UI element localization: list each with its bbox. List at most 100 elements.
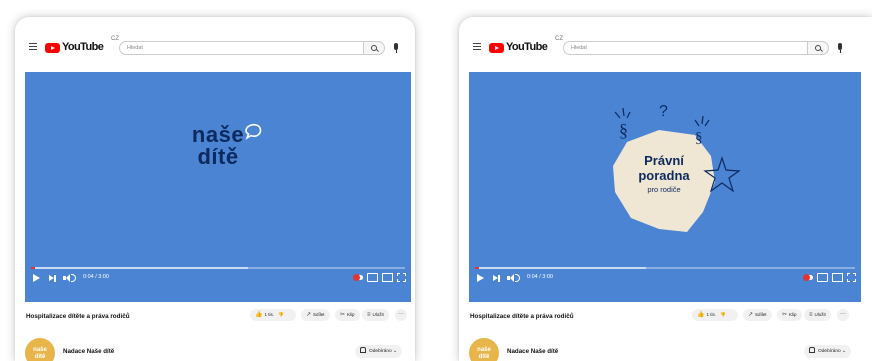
youtube-wordmark: YouTube	[62, 41, 104, 53]
question-mark-icon: ?	[659, 103, 668, 120]
scissors-icon: ✂	[782, 312, 788, 318]
buffered-bar	[475, 267, 646, 269]
time-display: 0:04 / 3:00	[527, 274, 553, 280]
share-button[interactable]: ↗ Sdílet	[301, 309, 330, 321]
share-icon: ↗	[748, 312, 754, 318]
subscribed-button[interactable]: Odebíráno ⌄	[355, 345, 403, 358]
progress-bar[interactable]	[475, 267, 855, 269]
save-icon: ≡	[809, 312, 813, 318]
avatar-line-1: naše	[33, 347, 47, 353]
avatar-line-2: dítě	[478, 354, 490, 360]
like-count: 1 tis.	[264, 312, 274, 317]
time-display: 0:04 / 3:00	[83, 274, 109, 280]
menu-icon[interactable]	[473, 43, 481, 50]
pro-rodice-text: pro rodiče	[647, 185, 680, 194]
save-label: Uložit	[372, 312, 384, 317]
share-button[interactable]: ↗ Sdílet	[743, 309, 772, 321]
like-button[interactable]: 👍 1 tis. 👎	[692, 309, 738, 321]
save-icon: ≡	[367, 312, 371, 318]
save-button[interactable]: ≡ Uložit	[804, 309, 831, 321]
subscribed-label: Odebíráno	[369, 349, 392, 354]
subscribed-button[interactable]: Odebíráno ⌄	[804, 345, 852, 358]
channel-name[interactable]: Nadace Naše dítě	[63, 348, 114, 355]
video-card-right: YouTube CZ Hledat Právní poradna pro rod…	[459, 17, 872, 361]
play-icon[interactable]	[477, 274, 484, 282]
next-icon[interactable]	[493, 274, 500, 282]
channel-row: naše dítě Nadace Naše dítě Odebíráno ⌄	[469, 337, 872, 361]
progress-bar[interactable]	[31, 267, 405, 269]
video-player[interactable]: naše dítě 0:04 / 3:00	[25, 72, 411, 302]
avatar-line-1: naše	[477, 347, 491, 353]
subscribed-label: Odebíráno	[818, 349, 841, 354]
youtube-header: YouTube CZ Hledat	[459, 36, 872, 57]
play-icon[interactable]	[33, 274, 40, 282]
thumb-up-icon: 👍	[255, 312, 263, 318]
pravni-poradna-graphic: Právní poradna pro rodiče § ? §	[613, 103, 741, 232]
share-label: Sdílet	[313, 312, 325, 317]
clip-button[interactable]: ✂ Klip	[335, 309, 360, 321]
speech-bubble-icon	[245, 123, 262, 140]
bell-icon	[360, 347, 366, 353]
clip-button[interactable]: ✂ Klip	[777, 309, 802, 321]
paragraph-symbol-right-icon: §	[695, 130, 703, 146]
more-button[interactable]: ···	[395, 309, 407, 321]
progress-fill	[475, 267, 479, 269]
avatar-line-2: dítě	[34, 354, 46, 360]
region-code: CZ	[111, 36, 119, 42]
video-player[interactable]: Právní poradna pro rodiče § ? § 0:04 / 3…	[469, 72, 861, 302]
youtube-header: YouTube CZ Hledat	[15, 36, 415, 57]
save-label: Uložit	[814, 312, 826, 317]
clip-label: Klip	[347, 312, 355, 317]
volume-icon[interactable]	[507, 274, 520, 282]
avatar[interactable]: naše dítě	[25, 338, 55, 361]
poradna-text: poradna	[638, 168, 690, 183]
theater-mode-icon[interactable]	[832, 273, 843, 282]
theater-mode-icon[interactable]	[382, 273, 393, 282]
channel-row: naše dítě Nadace Naše dítě Odebíráno ⌄	[25, 337, 415, 361]
search-icon[interactable]	[364, 41, 385, 55]
microphone-icon[interactable]	[394, 43, 398, 53]
buffered-bar	[31, 267, 248, 269]
subtitles-icon[interactable]	[367, 273, 378, 282]
subtitles-icon[interactable]	[817, 273, 828, 282]
player-controls: 0:04 / 3:00	[25, 273, 411, 285]
more-button[interactable]: ···	[837, 309, 849, 321]
brand-line-2: dítě	[197, 144, 239, 169]
video-card-left: YouTube CZ Hledat naše dítě 0:04 / 3:00	[15, 17, 415, 361]
thumb-up-icon: 👍	[697, 312, 705, 318]
menu-icon[interactable]	[29, 43, 37, 50]
brand-line-1: naše	[191, 122, 245, 147]
youtube-play-icon	[45, 43, 60, 53]
region-code: CZ	[555, 36, 563, 42]
fullscreen-icon[interactable]	[847, 273, 856, 282]
save-button[interactable]: ≡ Uložit	[362, 309, 389, 321]
pravni-text: Právní	[644, 153, 684, 168]
fullscreen-icon[interactable]	[397, 273, 406, 282]
player-controls: 0:04 / 3:00	[469, 273, 861, 285]
share-label: Sdílet	[755, 312, 767, 317]
search-input[interactable]: Hledat	[119, 41, 364, 55]
avatar[interactable]: naše dítě	[469, 338, 499, 361]
autoplay-toggle[interactable]	[803, 274, 813, 281]
thumb-down-icon[interactable]: 👎	[720, 312, 726, 317]
thumb-down-icon[interactable]: 👎	[278, 312, 284, 317]
channel-name[interactable]: Nadace Naše dítě	[507, 348, 558, 355]
paragraph-symbol-left-icon: §	[619, 120, 628, 140]
nase-dite-logo: naše dítě	[25, 124, 411, 168]
share-icon: ↗	[306, 312, 312, 318]
volume-icon[interactable]	[63, 274, 76, 282]
like-button[interactable]: 👍 1 tis. 👎	[250, 309, 296, 321]
search-icon[interactable]	[808, 41, 829, 55]
next-icon[interactable]	[49, 274, 56, 282]
youtube-play-icon	[489, 43, 504, 53]
bell-icon	[809, 347, 815, 353]
scissors-icon: ✂	[340, 312, 346, 318]
progress-fill	[31, 267, 35, 269]
autoplay-toggle[interactable]	[353, 274, 363, 281]
clip-label: Klip	[789, 312, 797, 317]
video-title: Hospitalizace dítěte a práva rodičů	[470, 313, 574, 320]
video-title: Hospitalizace dítěte a práva rodičů	[26, 313, 130, 320]
youtube-wordmark: YouTube	[506, 41, 548, 53]
search-input[interactable]: Hledat	[563, 41, 808, 55]
microphone-icon[interactable]	[838, 43, 842, 53]
